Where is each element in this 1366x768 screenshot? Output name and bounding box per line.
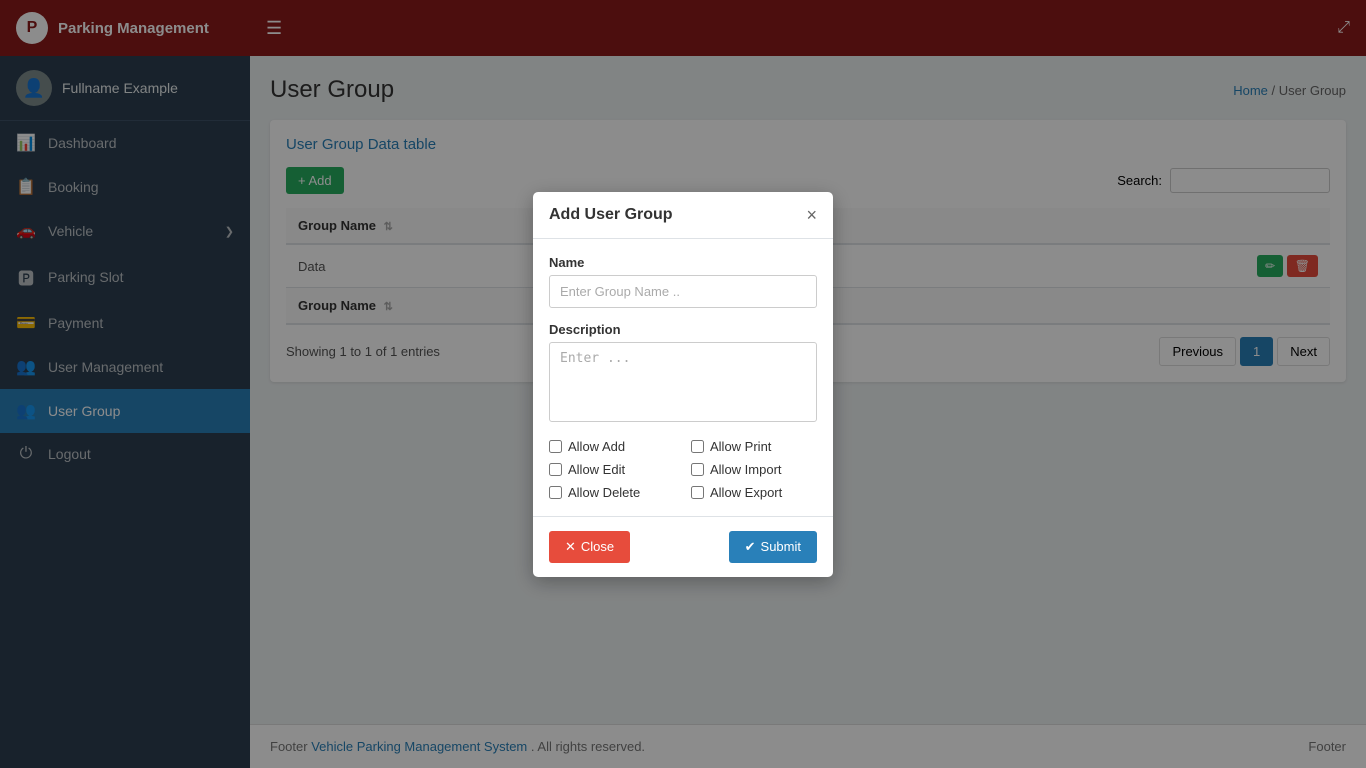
modal-body: Name Description Allow Add Allow Print [533, 239, 833, 516]
permission-allow-edit: Allow Edit [549, 462, 675, 477]
allow-delete-label: Allow Delete [568, 485, 640, 500]
modal-close-x-button[interactable]: × [806, 206, 817, 224]
allow-print-label: Allow Print [710, 439, 771, 454]
close-x-icon: ✕ [565, 539, 576, 555]
name-input[interactable] [549, 275, 817, 308]
permission-allow-export: Allow Export [691, 485, 817, 500]
modal-overlay[interactable]: Add User Group × Name Description Allow … [0, 0, 1366, 768]
permission-allow-import: Allow Import [691, 462, 817, 477]
permissions-grid: Allow Add Allow Print Allow Edit Allow I… [549, 439, 817, 500]
allow-edit-label: Allow Edit [568, 462, 625, 477]
description-field-group: Description [549, 322, 817, 425]
allow-print-checkbox[interactable] [691, 440, 704, 453]
modal-header: Add User Group × [533, 192, 833, 239]
allow-import-label: Allow Import [710, 462, 782, 477]
allow-export-checkbox[interactable] [691, 486, 704, 499]
description-label: Description [549, 322, 817, 337]
modal-footer: ✕ Close ✔ Submit [533, 516, 833, 577]
close-label: Close [581, 539, 614, 554]
check-icon: ✔ [745, 539, 756, 555]
submit-label: Submit [761, 539, 801, 554]
name-field-group: Name [549, 255, 817, 308]
allow-add-label: Allow Add [568, 439, 625, 454]
allow-delete-checkbox[interactable] [549, 486, 562, 499]
modal-submit-button[interactable]: ✔ Submit [729, 531, 817, 563]
permission-allow-delete: Allow Delete [549, 485, 675, 500]
allow-export-label: Allow Export [710, 485, 782, 500]
permission-allow-add: Allow Add [549, 439, 675, 454]
modal-title: Add User Group [549, 206, 673, 224]
add-user-group-modal: Add User Group × Name Description Allow … [533, 192, 833, 577]
allow-import-checkbox[interactable] [691, 463, 704, 476]
allow-edit-checkbox[interactable] [549, 463, 562, 476]
permission-allow-print: Allow Print [691, 439, 817, 454]
name-label: Name [549, 255, 817, 270]
modal-close-button[interactable]: ✕ Close [549, 531, 630, 563]
allow-add-checkbox[interactable] [549, 440, 562, 453]
description-textarea[interactable] [549, 342, 817, 422]
